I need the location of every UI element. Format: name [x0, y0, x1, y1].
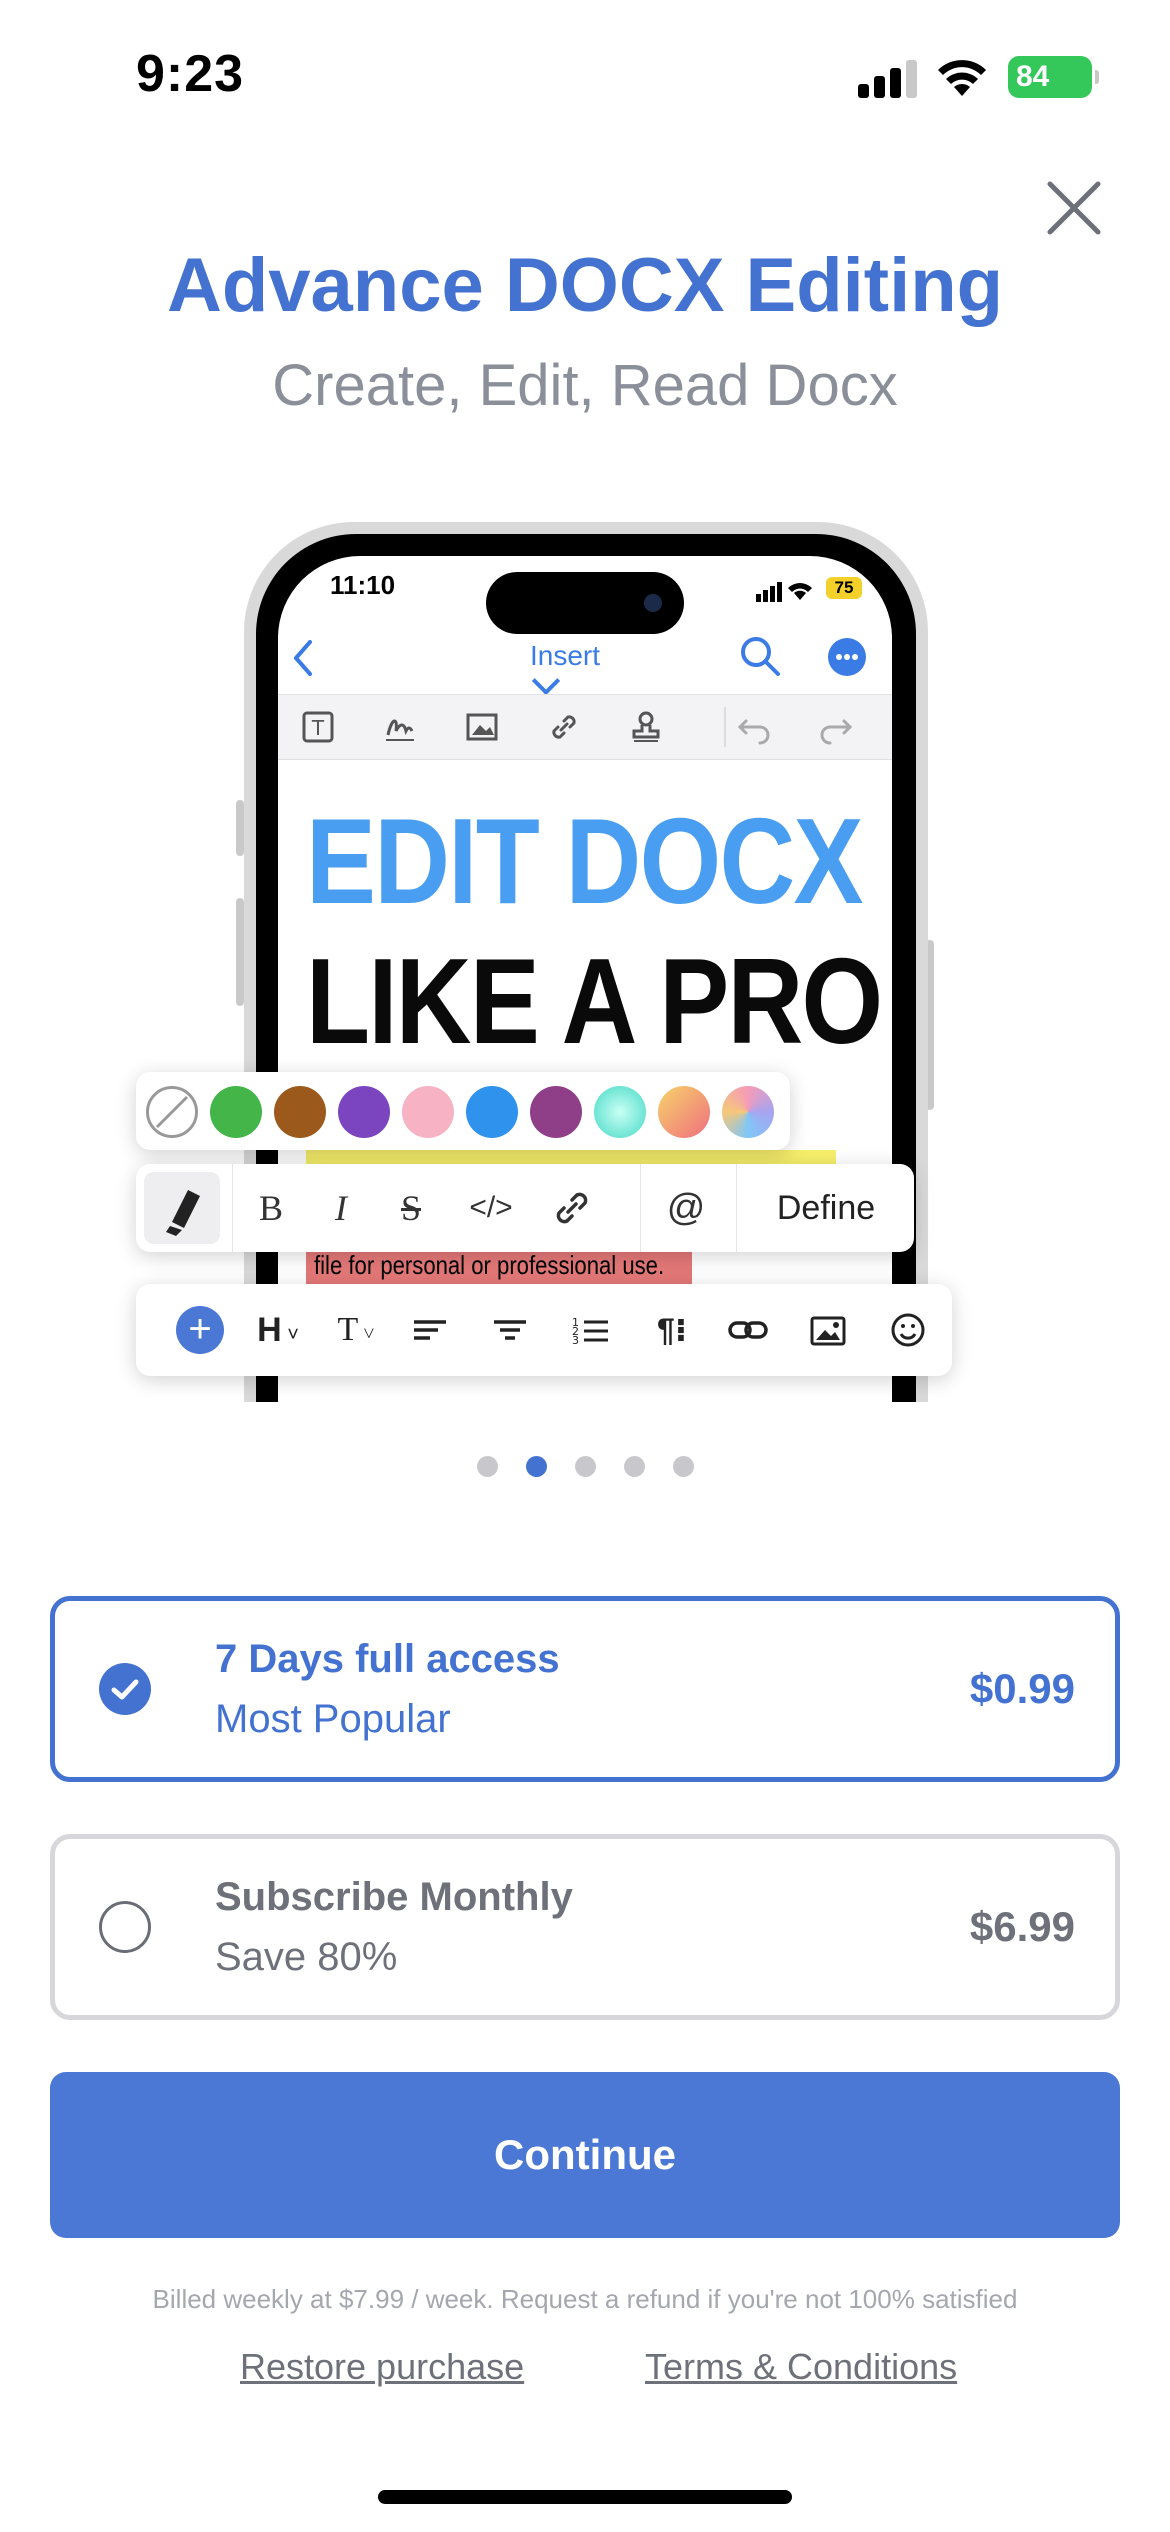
color-swatch [402, 1086, 454, 1138]
signature-icon [386, 719, 414, 741]
color-swatch [274, 1086, 326, 1138]
color-swatch [466, 1086, 518, 1138]
bold-icon: B [258, 1188, 283, 1228]
preview-signal-icon [756, 580, 816, 607]
mention-icon: @ [666, 1187, 706, 1229]
plan-option-monthly[interactable]: Subscribe Monthly Save 80% $6.99 [50, 1834, 1120, 2020]
preview-time: 11:10 [330, 570, 396, 600]
color-swatch-bar [136, 1072, 790, 1150]
more-icon [828, 638, 866, 676]
editor-bottom-toolbar: + H ˅ T ˅ 123 ¶⁝ [136, 1284, 952, 1376]
strikethrough-icon: S [400, 1188, 422, 1228]
radio-empty-icon[interactable] [99, 1901, 151, 1953]
color-swatch [658, 1086, 710, 1138]
phone-side-button [236, 800, 244, 856]
plan-price: $0.99 [969, 1665, 1075, 1712]
preview-battery: 75 [826, 577, 862, 599]
color-swatch [594, 1086, 646, 1138]
cellular-signal-icon [858, 60, 918, 98]
format-toolbar: B I S </> @ Define [136, 1164, 914, 1252]
check-circle-icon[interactable] [99, 1663, 151, 1715]
battery-level: 84 [1016, 60, 1050, 93]
plan-option-weekly[interactable]: 7 Days full access Most Popular $0.99 [50, 1596, 1120, 1782]
svg-text:T: T [311, 716, 325, 740]
define-button: Define [776, 1189, 876, 1227]
home-indicator [378, 2490, 792, 2504]
numbered-list-icon: 123 [572, 1316, 608, 1347]
page-dot[interactable] [476, 1456, 498, 1477]
color-swatch [338, 1086, 390, 1138]
chevron-down-icon [531, 666, 561, 696]
no-color-icon [146, 1086, 198, 1138]
preview-body-text: file for personal or professional use. [314, 1250, 665, 1280]
page-title: Advance DOCX Editing [166, 243, 1004, 328]
phone-side-button [236, 898, 244, 1006]
heading-icon: H ˅ [257, 1311, 299, 1349]
undo-icon [737, 719, 770, 745]
carousel-page-indicator[interactable] [0, 1456, 1170, 1478]
highlighter-icon [144, 1172, 220, 1244]
status-time: 9:23 [136, 45, 245, 103]
page-dot-active[interactable] [525, 1456, 547, 1477]
preview-hero-line2: LIKE A PRO [306, 933, 883, 1069]
image-icon [466, 713, 498, 741]
link-icon [552, 715, 576, 739]
code-icon: </> [469, 1191, 513, 1224]
plan-name: 7 Days full access [215, 1637, 560, 1681]
plan-price: $6.99 [969, 1903, 1075, 1950]
link-icon [728, 1321, 768, 1339]
redo-icon [820, 719, 853, 745]
align-center-icon [494, 1320, 526, 1340]
add-icon: + [176, 1306, 224, 1354]
page-dot[interactable] [574, 1456, 596, 1477]
plan-subtitle: Save 80% [215, 1935, 398, 1979]
preview-insert-toolbar: T [278, 694, 892, 760]
wifi-icon [938, 60, 986, 96]
close-icon[interactable] [1044, 178, 1104, 238]
link-icon [556, 1192, 588, 1224]
align-left-icon [414, 1320, 446, 1340]
color-swatch [210, 1086, 262, 1138]
preview-nav-label: Insert [530, 640, 601, 671]
color-swatch [722, 1086, 774, 1138]
heading-label: H [257, 1311, 282, 1349]
billing-note: Billed weekly at $7.99 / week. Request a… [152, 2284, 1018, 2314]
preview-hero-line1: EDIT DOCX [306, 793, 864, 929]
svg-text:3: 3 [572, 1334, 579, 1347]
page-dot[interactable] [623, 1456, 645, 1477]
page-dot[interactable] [672, 1456, 694, 1477]
plan-name: Subscribe Monthly [215, 1875, 573, 1919]
color-swatch [530, 1086, 582, 1138]
chevron-left-icon [294, 640, 312, 676]
paragraph-icon: ¶⁝ [657, 1312, 687, 1348]
continue-button[interactable]: Continue [50, 2072, 1120, 2238]
text-style-label: T [337, 1311, 359, 1348]
text-box-icon: T [302, 711, 334, 743]
text-style-icon: T ˅ [337, 1311, 375, 1348]
restore-purchase-link[interactable]: Restore purchase [240, 2346, 524, 2388]
search-icon [741, 637, 780, 676]
stamp-icon [632, 711, 660, 742]
image-icon [810, 1316, 846, 1346]
camera-icon [644, 594, 662, 612]
page-subtitle: Create, Edit, Read Docx [272, 353, 898, 418]
italic-icon: I [335, 1188, 347, 1228]
terms-link[interactable]: Terms & Conditions [645, 2346, 957, 2388]
plan-subtitle: Most Popular [215, 1697, 451, 1741]
battery-icon: 84 [1008, 56, 1099, 98]
emoji-icon [891, 1313, 925, 1347]
